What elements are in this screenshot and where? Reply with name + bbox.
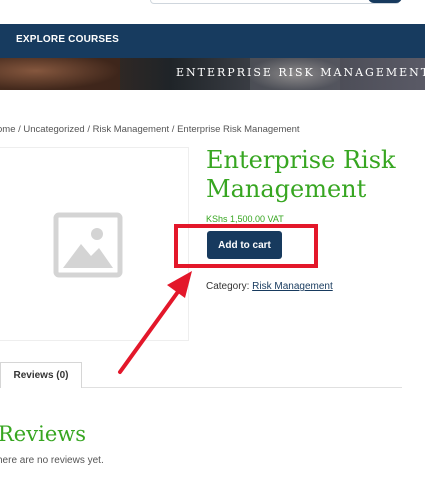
breadcrumb: ome / Uncategorized / Risk Management / …	[0, 124, 300, 135]
category-link[interactable]: Risk Management	[252, 281, 333, 292]
tab-reviews[interactable]: Reviews (0)	[0, 362, 82, 388]
search-button[interactable]	[368, 0, 402, 3]
category-label: Category:	[206, 281, 250, 292]
breadcrumb-current: Enterprise Risk Management	[177, 124, 300, 135]
breadcrumb-uncategorized[interactable]: Uncategorized	[23, 124, 84, 135]
navbar: EXPLORE COURSES	[0, 24, 425, 58]
annotation-arrow-icon	[118, 271, 192, 374]
nav-explore-courses[interactable]: EXPLORE COURSES	[16, 34, 119, 45]
breadcrumb-home[interactable]: ome	[0, 124, 15, 135]
hero-photo-left	[0, 58, 120, 90]
product-price: KShs 1,500.00 VAT	[206, 214, 284, 224]
breadcrumb-separator: /	[18, 124, 21, 135]
breadcrumb-risk-management[interactable]: Risk Management	[93, 124, 170, 135]
no-reviews-text: here are no reviews yet.	[0, 455, 104, 466]
product-category: Category: Risk Management	[206, 281, 333, 292]
tab-divider	[82, 387, 402, 388]
hero-title: ENTERPRISE RISK MANAGEMENT	[176, 66, 425, 79]
breadcrumb-separator: /	[171, 124, 175, 135]
breadcrumb-separator: /	[87, 124, 90, 135]
top-strip	[0, 0, 425, 24]
reviews-heading: Reviews	[0, 422, 86, 446]
product-title: Enterprise Risk Management	[206, 146, 396, 203]
hero-banner: ENTERPRISE RISK MANAGEMENT	[0, 58, 425, 90]
search-input[interactable]	[150, 0, 400, 4]
